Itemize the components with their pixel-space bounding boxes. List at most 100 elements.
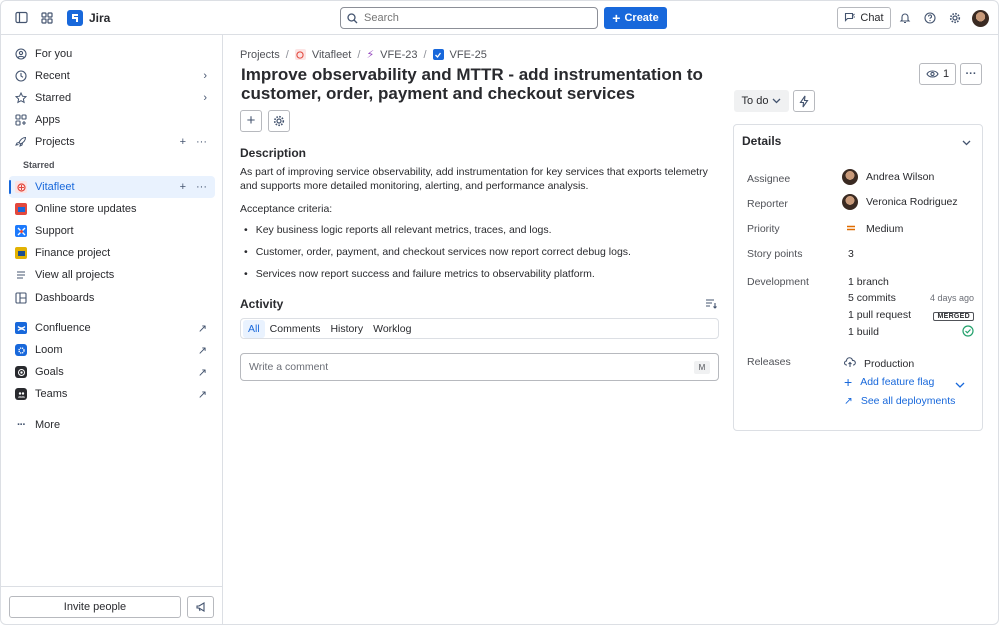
- sidebar-item-projects[interactable]: Projects + ···: [9, 131, 215, 153]
- external-link-icon: ↗: [197, 323, 207, 335]
- project-actions: + ···: [180, 136, 207, 148]
- more-actions-button[interactable]: ···: [960, 63, 982, 85]
- more-icon[interactable]: ···: [196, 136, 207, 148]
- settings-button[interactable]: [943, 6, 967, 30]
- releases-label: Releases: [747, 356, 791, 368]
- priority-medium-icon: [846, 223, 856, 235]
- automation-button[interactable]: [793, 90, 815, 112]
- branch-link[interactable]: 1 branch: [848, 276, 889, 288]
- avatar: [842, 194, 858, 210]
- jira-logo[interactable]: Jira: [67, 9, 111, 26]
- tab-worklog[interactable]: Worklog: [368, 320, 416, 338]
- invite-people-button[interactable]: Invite people: [9, 596, 181, 618]
- chevron-down-icon[interactable]: [955, 379, 965, 391]
- add-icon[interactable]: +: [180, 181, 186, 193]
- story-points-value[interactable]: 3: [848, 248, 854, 260]
- sidebar-item-online-store-updates[interactable]: Online store updates: [9, 198, 215, 220]
- tab-history[interactable]: History: [325, 320, 368, 338]
- sidebar-item-teams[interactable]: Teams ↗: [9, 383, 215, 405]
- vitafleet-project-icon: [294, 49, 306, 60]
- comment-input[interactable]: Write a comment M: [240, 353, 719, 381]
- sidebar-item-label: Finance project: [35, 247, 111, 259]
- reporter-label: Reporter: [747, 198, 788, 210]
- task-icon: [432, 49, 444, 60]
- rocket-icon: [15, 136, 27, 148]
- dashboard-icon: [15, 292, 27, 304]
- sidebar-item-view-all-projects[interactable]: View all projects: [9, 264, 215, 286]
- feedback-button[interactable]: [187, 596, 214, 618]
- see-all-deployments-link[interactable]: ↗ See all deployments: [844, 395, 955, 407]
- sidebar-item-apps[interactable]: Apps: [9, 109, 215, 131]
- sidebar-footer: Invite people: [1, 586, 222, 624]
- sidebar-toggle-icon[interactable]: [9, 6, 33, 30]
- sidebar: For you Recent › Starred › Apps Projects…: [1, 35, 223, 624]
- notifications-button[interactable]: [893, 6, 917, 30]
- sidebar-item-starred[interactable]: Starred ›: [9, 87, 215, 109]
- app-name: Jira: [89, 10, 111, 25]
- sidebar-item-label: Starred: [35, 92, 72, 104]
- help-button[interactable]: [918, 6, 942, 30]
- add-feature-flag-link[interactable]: + Add feature flag: [844, 375, 935, 389]
- sidebar-item-recent[interactable]: Recent ›: [9, 65, 215, 87]
- more-icon: ···: [17, 419, 26, 431]
- sidebar-item-label: View all projects: [35, 269, 115, 281]
- breadcrumb-vitafleet[interactable]: Vitafleet: [312, 49, 352, 61]
- build-link[interactable]: 1 build: [848, 326, 879, 338]
- acceptance-heading: Acceptance criteria:: [240, 203, 333, 215]
- reporter-field[interactable]: Veronica Rodriguez: [842, 194, 958, 210]
- gear-icon: [943, 6, 967, 30]
- breadcrumb-parent-issue[interactable]: VFE-23: [380, 49, 417, 61]
- star-icon: [15, 92, 27, 104]
- sidebar-item-label: For you: [35, 48, 73, 60]
- sidebar-item-loom[interactable]: Loom ↗: [9, 339, 215, 361]
- sidebar-item-goals[interactable]: Goals ↗: [9, 361, 215, 383]
- tab-comments[interactable]: Comments: [265, 320, 326, 338]
- app-switcher-icon[interactable]: [35, 6, 59, 30]
- sidebar-item-finance-project[interactable]: Finance project: [9, 242, 215, 264]
- priority-field[interactable]: Medium: [846, 223, 903, 235]
- sidebar-item-confluence[interactable]: Confluence ↗: [9, 317, 215, 339]
- megaphone-icon: [195, 602, 205, 612]
- search-input[interactable]: [364, 12, 597, 24]
- pull-request-link[interactable]: 1 pull request: [848, 309, 911, 321]
- breadcrumb-issue-key[interactable]: VFE-25: [450, 49, 487, 61]
- sidebar-item-vitafleet[interactable]: Vitafleet + ···: [9, 176, 215, 198]
- breadcrumb-projects[interactable]: Projects: [240, 49, 280, 61]
- commits-link[interactable]: 5 commits: [848, 292, 896, 304]
- status-dropdown[interactable]: To do: [734, 90, 789, 112]
- commits-timestamp: 4 days ago: [929, 293, 974, 303]
- sort-icon[interactable]: [705, 298, 717, 312]
- add-child-button[interactable]: +: [240, 110, 262, 132]
- issue-title[interactable]: Improve observability and MTTR - add ins…: [241, 65, 711, 103]
- add-feature-flag-label: Add feature flag: [860, 376, 935, 388]
- create-button[interactable]: + Create: [604, 7, 667, 29]
- help-icon: [918, 6, 942, 30]
- apps-icon: [15, 114, 27, 126]
- tab-all[interactable]: All: [243, 319, 265, 338]
- activity-heading: Activity: [240, 297, 284, 311]
- sidebar-item-more[interactable]: ··· More: [9, 414, 215, 436]
- assignee-field[interactable]: Andrea Wilson: [842, 169, 934, 185]
- profile-button[interactable]: [968, 6, 992, 30]
- add-project-icon[interactable]: +: [180, 136, 186, 148]
- chevron-down-icon[interactable]: [962, 137, 971, 149]
- search-box[interactable]: [340, 7, 598, 29]
- sidebar-item-dashboards[interactable]: Dashboards: [9, 287, 215, 309]
- goals-icon: [15, 366, 27, 378]
- external-link-icon: ↗: [197, 367, 207, 379]
- description-text[interactable]: As part of improving service observabili…: [240, 165, 718, 193]
- watch-button[interactable]: 1: [919, 63, 956, 85]
- top-navigation: Jira + Create Chat: [1, 1, 998, 35]
- sidebar-item-for-you[interactable]: For you: [9, 43, 215, 65]
- sidebar-item-label: Support: [35, 225, 74, 237]
- sidebar-item-support[interactable]: Support: [9, 220, 215, 242]
- avatar: [968, 6, 992, 30]
- apps-button[interactable]: [268, 110, 290, 132]
- chat-button[interactable]: Chat: [837, 7, 891, 29]
- priority-value: Medium: [866, 223, 904, 235]
- chat-label: Chat: [860, 12, 884, 24]
- list-icon: [15, 269, 27, 281]
- production-environment[interactable]: Production: [843, 357, 914, 371]
- watchers-count: 1: [942, 68, 950, 80]
- more-icon[interactable]: ···: [196, 181, 207, 193]
